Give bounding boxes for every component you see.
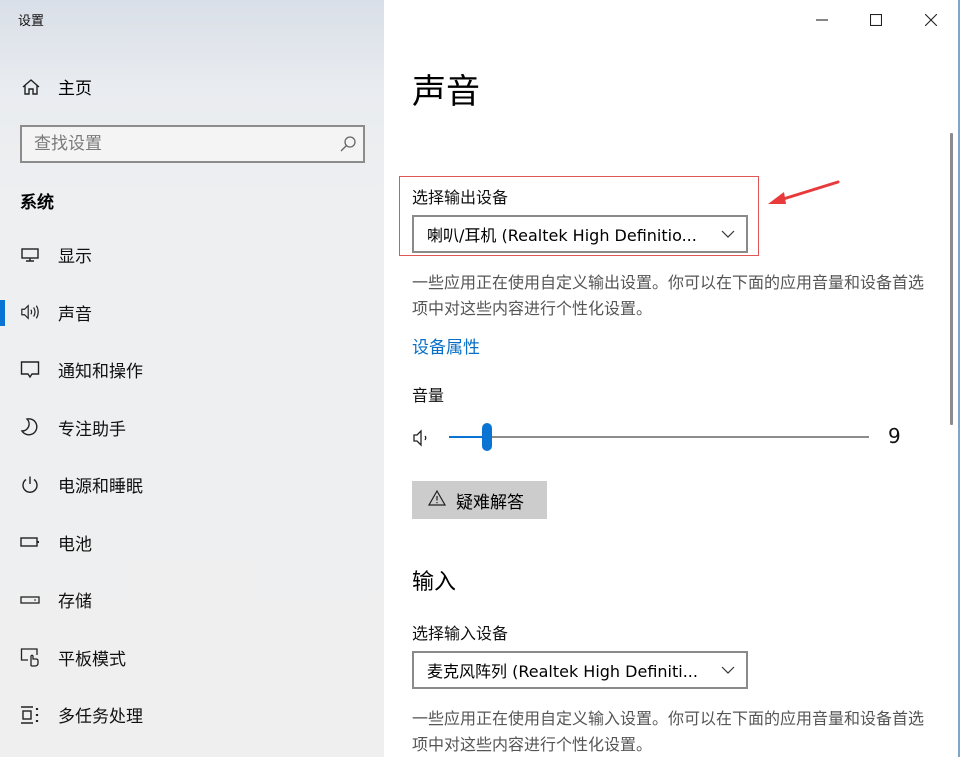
sidebar-nav: 显示 声音 通知和操作 专注助手 电源和睡眠 电池 存储 平板模式 多任务处理 <box>0 226 384 744</box>
close-button[interactable] <box>908 4 954 36</box>
input-description: 一些应用正在使用自定义输入设置。你可以在下面的应用音量和设备首选项中对这些内容进… <box>412 709 925 754</box>
volume-control: 9 <box>412 422 912 452</box>
monitor-icon <box>20 245 40 265</box>
input-device-dropdown[interactable]: 麦克风阵列 (Realtek High Definiti... <box>412 651 748 689</box>
home-nav-item[interactable]: 主页 <box>20 74 92 99</box>
search-input[interactable] <box>22 134 333 154</box>
device-properties-link[interactable]: 设备属性 <box>412 333 480 358</box>
volume-slider-thumb[interactable] <box>481 423 492 451</box>
sidebar-item-notifications[interactable]: 通知和操作 <box>0 341 384 399</box>
sidebar-item-storage[interactable]: 存储 <box>0 571 384 629</box>
input-device-label: 选择输入设备 <box>412 624 509 643</box>
sidebar-item-battery[interactable]: 电池 <box>0 514 384 572</box>
minimize-button[interactable] <box>799 4 845 36</box>
sidebar-item-label: 电池 <box>58 534 92 555</box>
sidebar-item-label: 多任务处理 <box>58 707 143 728</box>
sidebar-item-label: 专注助手 <box>58 419 126 440</box>
sidebar-item-label: 存储 <box>58 592 92 613</box>
maximize-icon <box>870 14 882 26</box>
sidebar-item-label: 声音 <box>58 304 92 325</box>
multitasking-icon <box>20 705 40 725</box>
search-icon[interactable] <box>333 135 363 153</box>
notification-icon <box>20 360 40 380</box>
storage-icon <box>20 590 40 610</box>
section-system: 系统 <box>20 193 54 213</box>
chevron-down-icon <box>710 666 746 674</box>
annotation-highlight-box <box>399 176 759 256</box>
sidebar-item-display[interactable]: 显示 <box>0 226 384 284</box>
volume-label: 音量 <box>412 386 445 405</box>
sidebar-item-tablet-mode[interactable]: 平板模式 <box>0 629 384 687</box>
search-box[interactable] <box>20 125 365 163</box>
sidebar-item-sound[interactable]: 声音 <box>0 284 384 342</box>
output-description: 一些应用正在使用自定义输出设置。你可以在下面的应用音量和设备首选项中对这些内容进… <box>412 273 925 318</box>
home-label: 主页 <box>58 79 92 99</box>
sidebar-item-power-sleep[interactable]: 电源和睡眠 <box>0 456 384 514</box>
speaker-icon <box>20 302 40 322</box>
sidebar-item-focus-assist[interactable]: 专注助手 <box>0 399 384 457</box>
vertical-scrollbar[interactable] <box>950 133 953 425</box>
battery-icon <box>20 532 40 552</box>
annotation-arrow-icon <box>768 180 840 204</box>
warning-icon <box>427 489 447 511</box>
input-heading: 输入 <box>412 570 457 595</box>
sidebar-item-label: 通知和操作 <box>58 362 143 383</box>
input-device-value: 麦克风阵列 (Realtek High Definiti... <box>427 662 698 681</box>
volume-slider[interactable] <box>449 423 869 451</box>
main-content: 声音 选择输出设备 喇叭/耳机 (Realtek High Definitio.… <box>384 0 960 757</box>
maximize-button[interactable] <box>853 4 899 36</box>
home-icon <box>20 76 42 98</box>
close-icon <box>925 14 937 26</box>
app-title: 设置 <box>18 14 45 29</box>
volume-value: 9 <box>888 424 901 448</box>
sidebar-item-label: 电源和睡眠 <box>58 477 143 498</box>
moon-icon <box>20 417 40 437</box>
troubleshoot-button[interactable]: 疑难解答 <box>412 481 547 519</box>
page-title: 声音 <box>412 72 480 112</box>
sidebar-item-multitasking[interactable]: 多任务处理 <box>0 686 384 744</box>
sidebar: 设置 主页 系统 显示 声音 通知和操作 <box>0 0 384 757</box>
minimize-icon <box>816 19 828 21</box>
troubleshoot-label: 疑难解答 <box>456 492 524 513</box>
sidebar-item-label: 平板模式 <box>58 649 126 670</box>
power-icon <box>20 475 40 495</box>
sidebar-item-label: 显示 <box>58 247 92 268</box>
tablet-mode-icon <box>20 647 40 667</box>
speaker-low-icon[interactable] <box>412 428 434 448</box>
